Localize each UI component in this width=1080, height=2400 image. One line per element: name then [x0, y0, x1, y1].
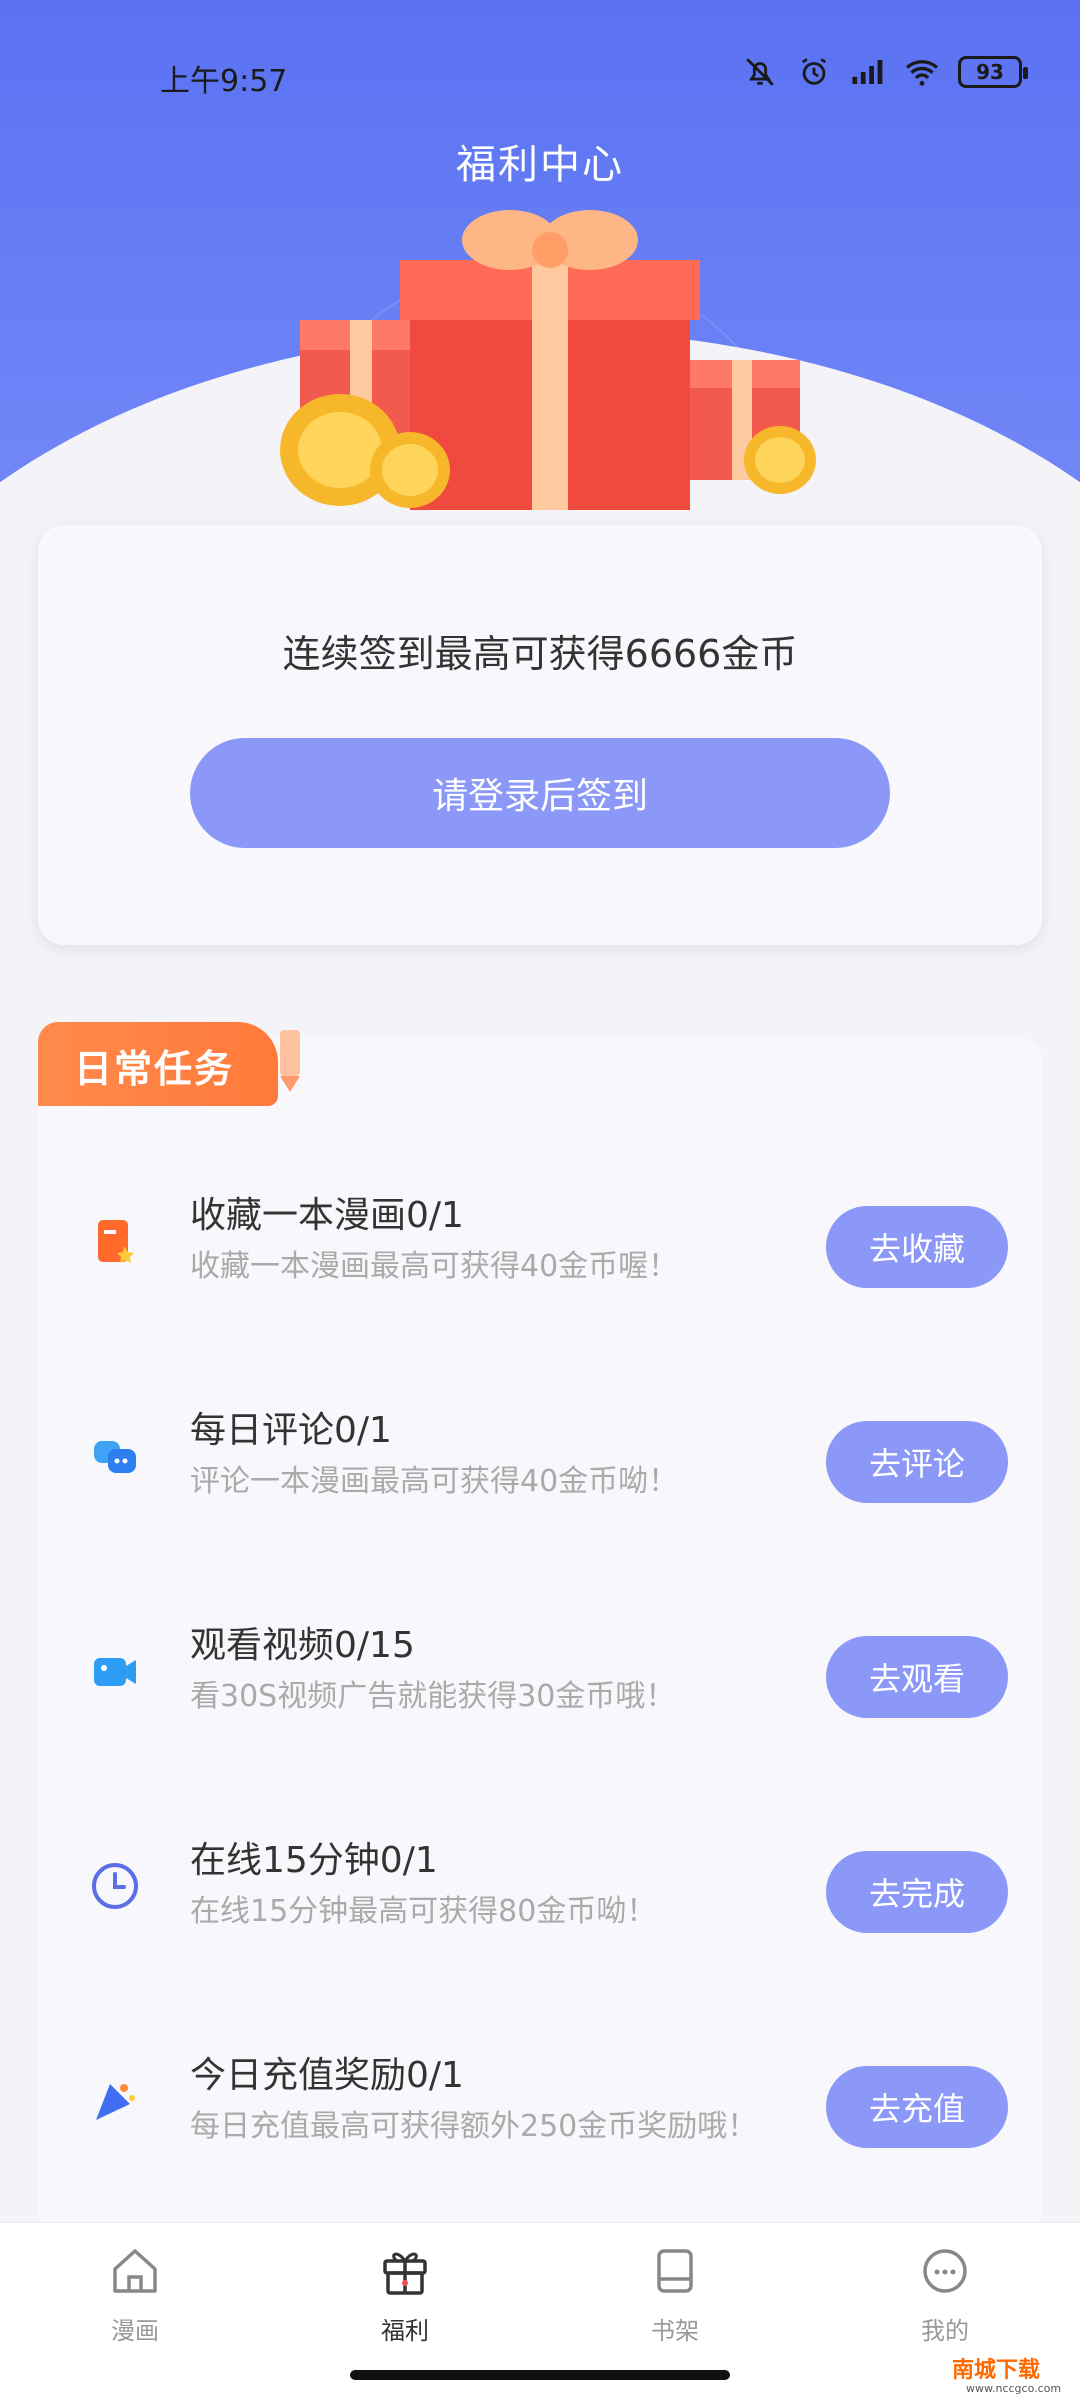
bookmark-icon — [98, 1220, 134, 1263]
watch-button[interactable]: 去观看 — [826, 1636, 1008, 1718]
clock-icon — [92, 1863, 138, 1909]
sign-in-card: 连续签到最高可获得6666金币 请登录后签到 — [38, 525, 1042, 945]
battery-indicator: 93 — [958, 56, 1028, 88]
daily-tasks-header: 日常任务 — [38, 1022, 300, 1112]
comment-button[interactable]: 去评论 — [826, 1421, 1008, 1503]
task-title: 收藏一本漫画0/1 — [190, 1195, 464, 1236]
task-item-video: 观看视频0/15 看30S视频广告就能获得30金币哦！ 去观看 — [38, 1576, 1042, 1766]
watermark-logo: 南城下载 www.nccgco.com — [930, 2352, 1070, 2396]
complete-button[interactable]: 去完成 — [826, 1851, 1008, 1933]
task-item-recharge: 今日充值奖励0/1 每日充值最高可获得额外250金币奖励哦！ 去充值 — [38, 2006, 1042, 2196]
alarm-icon — [796, 54, 832, 90]
daily-tasks-title: 日常任务 — [74, 1047, 235, 1091]
tab-comics[interactable]: 漫画 — [65, 2243, 205, 2363]
task-desc: 收藏一本漫画最高可获得40金币喔！ — [190, 1249, 679, 1284]
tab-bookshelf[interactable]: 书架 — [605, 2243, 745, 2363]
watermark-text: 南城下载 — [952, 2358, 1041, 2383]
task-title: 观看视频0/15 — [190, 1625, 415, 1666]
tab-welfare[interactable]: 福利 — [335, 2243, 475, 2363]
login-sign-in-button[interactable]: 请登录后签到 — [190, 738, 890, 848]
home-icon — [113, 2249, 157, 2293]
pencil-icon — [280, 1030, 300, 1092]
task-desc: 评论一本漫画最高可获得40金币呦！ — [190, 1464, 679, 1499]
status-bar: 上午9:57 93 — [0, 40, 1080, 110]
task-title: 每日评论0/1 — [190, 1410, 392, 1451]
task-desc: 在线15分钟最高可获得80金币呦！ — [190, 1894, 657, 1929]
page-title: 福利中心 — [456, 142, 624, 188]
wifi-icon — [904, 54, 940, 90]
task-item-online: 在线15分钟0/1 在线15分钟最高可获得80金币呦！ 去完成 — [38, 1791, 1042, 1981]
status-icons: 93 — [742, 54, 1028, 90]
task-item-comment: 每日评论0/1 评论一本漫画最高可获得40金币呦！ 去评论 — [38, 1361, 1042, 1551]
profile-icon — [923, 2249, 967, 2293]
tab-label: 漫画 — [111, 2317, 159, 2345]
status-time: 上午9:57 — [160, 64, 288, 99]
task-item-collect: 收藏一本漫画0/1 收藏一本漫画最高可获得40金币喔！ 去收藏 — [38, 1146, 1042, 1336]
tab-mine[interactable]: 我的 — [875, 2243, 1015, 2363]
watermark-url: www.nccgco.com — [966, 2382, 1062, 2395]
mute-bell-icon — [742, 54, 778, 90]
bookshelf-icon — [657, 2249, 693, 2293]
task-desc: 看30S视频广告就能获得30金币哦！ — [190, 1679, 676, 1714]
tab-label: 福利 — [381, 2317, 429, 2345]
comment-icon — [94, 1441, 136, 1473]
gift-icon — [383, 2252, 427, 2295]
tab-label: 书架 — [651, 2317, 699, 2345]
home-indicator[interactable] — [350, 2370, 730, 2380]
recharge-button[interactable]: 去充值 — [826, 2066, 1008, 2148]
task-title: 今日充值奖励0/1 — [190, 2055, 464, 2096]
tab-label: 我的 — [921, 2317, 969, 2345]
signal-icon — [850, 54, 886, 90]
sign-in-promo: 连续签到最高可获得6666金币 — [282, 632, 798, 676]
recharge-icon — [96, 2084, 135, 2120]
task-desc: 每日充值最高可获得额外250金币奖励哦！ — [190, 2109, 758, 2144]
task-title: 在线15分钟0/1 — [190, 1840, 438, 1881]
collect-button[interactable]: 去收藏 — [826, 1206, 1008, 1288]
gift-box-illustration — [280, 210, 816, 510]
daily-tasks-panel: 日常任务 收藏一本漫画0/1 收藏一本漫画最高可获得40金币喔！ 去收藏 每日评… — [38, 1022, 1042, 2236]
video-icon — [94, 1658, 136, 1686]
